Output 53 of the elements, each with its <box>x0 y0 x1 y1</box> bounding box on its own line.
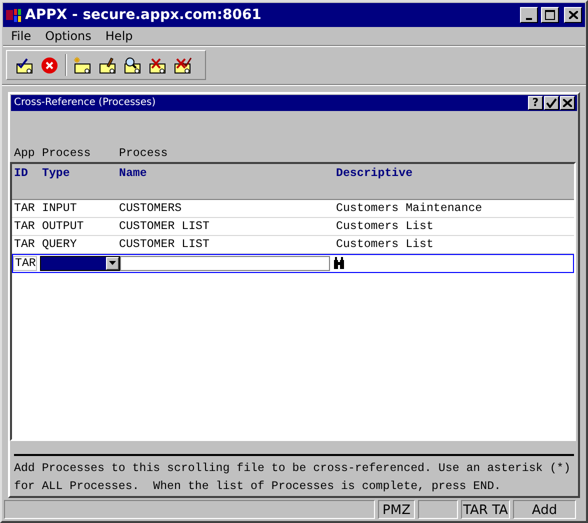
dialog-title: Cross-Reference (Processes) <box>14 97 157 108</box>
type-dropdown[interactable] <box>40 256 120 271</box>
table-cell-text: TAR <box>14 238 36 251</box>
close-icon <box>563 98 572 107</box>
folder-delete-check-icon[interactable] <box>173 56 192 74</box>
maximize-icon <box>545 10 555 20</box>
status-cell: Add <box>513 500 576 519</box>
status-cell: TAR TA <box>461 500 510 519</box>
minimize-button[interactable] <box>520 7 538 23</box>
binoculars-icon[interactable] <box>333 257 345 270</box>
status-cell: PMZ <box>378 500 415 519</box>
column-header: Descriptive <box>336 166 414 182</box>
column-header: Type <box>42 166 71 182</box>
table-cell-text: CUSTOMER LIST <box>119 238 210 251</box>
menu-item[interactable]: Help <box>98 29 140 43</box>
table-cell-text: INPUT <box>42 202 78 215</box>
table-cell-text: TAR <box>14 202 36 215</box>
close-button[interactable] <box>564 7 582 23</box>
help-text: Add Processes to this scrolling file to be cross-referenced. Use an asterisk (*) for ALL Processes. When the list of Processes is complete, press END. <box>13 461 572 495</box>
column-group-label: App <box>14 146 36 162</box>
column-group-label: Process <box>119 146 169 162</box>
name-input-field[interactable] <box>120 256 330 271</box>
table-cell-text: Customers List <box>336 238 434 251</box>
table-cell-text: Customers List <box>336 220 434 233</box>
folder-magnifier-icon[interactable] <box>123 56 142 74</box>
table-cell-text: CUSTOMER LIST <box>119 220 210 233</box>
table-cell-text: CUSTOMERS <box>119 202 183 215</box>
folder-star-icon[interactable] <box>73 56 92 74</box>
status-panel <box>418 500 458 519</box>
column-group-label: Process <box>42 146 92 162</box>
table-cell-text: TAR <box>14 220 36 233</box>
folder-pencil-icon[interactable] <box>98 56 117 74</box>
cancel-icon[interactable] <box>40 56 59 74</box>
window-title: APPX - secure.appx.com:8061 <box>25 7 262 23</box>
folder-check-icon[interactable] <box>15 56 34 74</box>
confirm-button[interactable] <box>544 96 559 110</box>
table-cell-text: OUTPUT <box>42 220 85 233</box>
table-cell-text: Customers Maintenance <box>336 202 484 215</box>
close-icon <box>568 11 578 19</box>
check-icon <box>546 98 557 108</box>
column-header: ID <box>14 166 29 182</box>
maximize-button[interactable] <box>541 7 559 23</box>
column-header: Name <box>119 166 148 182</box>
minimize-icon <box>526 18 532 20</box>
menu-item[interactable]: File <box>4 29 38 43</box>
menu-item[interactable]: Options <box>38 29 98 43</box>
app-logo-icon <box>6 8 22 22</box>
help-button[interactable]: ? <box>528 96 543 110</box>
close-button[interactable] <box>560 96 575 110</box>
folder-delete-icon[interactable] <box>148 56 167 74</box>
table-cell-text: QUERY <box>42 238 78 251</box>
caret-icon <box>109 261 116 266</box>
app-id-field[interactable]: TAR <box>13 256 37 271</box>
